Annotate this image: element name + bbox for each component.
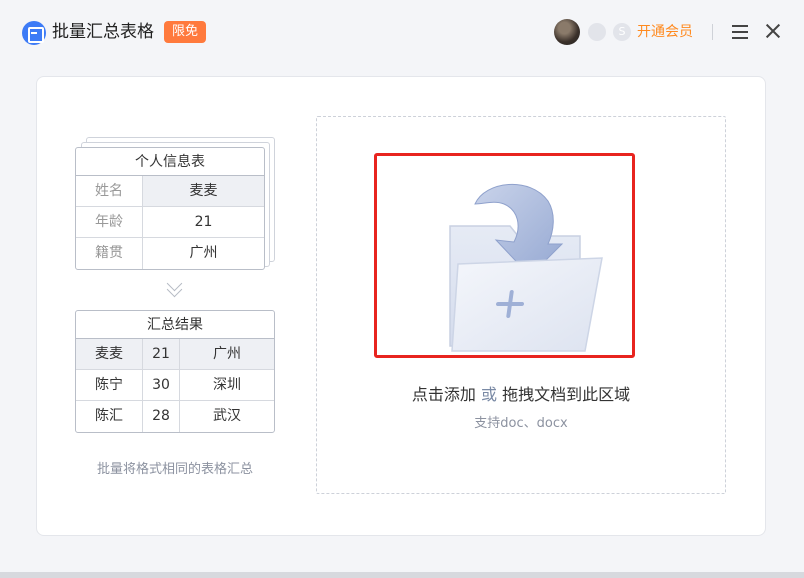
result-table-title: 汇总结果 <box>76 311 274 339</box>
coin-badge-icon[interactable]: S <box>613 23 631 41</box>
or-separator: 或 <box>480 385 497 404</box>
result-table: 汇总结果 麦麦 21 广州 陈宁 30 深圳 陈汇 28 武汉 <box>75 310 275 433</box>
example-table: 个人信息表 姓名 麦麦 年龄 21 籍贯 广州 <box>75 147 265 270</box>
hamburger-menu-icon[interactable] <box>732 25 748 39</box>
app-window: 批量汇总表格 限免 S 开通会员 个人信息表 姓名 麦麦 年龄 21 籍贯 广州 <box>0 0 804 578</box>
supported-formats: 支持doc、docx <box>474 416 568 431</box>
table-row: 陈汇 28 武汉 <box>76 401 274 432</box>
table-cell: 麦麦 <box>76 339 143 369</box>
drag-hint: 拖拽文档到此区域 <box>502 385 631 404</box>
row-label: 年龄 <box>76 207 143 237</box>
app-title: 批量汇总表格 <box>52 22 154 42</box>
table-row: 陈宁 30 深圳 <box>76 370 274 401</box>
title-divider <box>712 24 713 40</box>
table-cell: 30 <box>143 370 180 400</box>
close-icon[interactable] <box>764 22 782 40</box>
table-cell: 21 <box>143 339 180 369</box>
table-cell: 28 <box>143 401 180 432</box>
row-label: 籍贯 <box>76 238 143 269</box>
table-cell: 深圳 <box>213 377 241 393</box>
table-cell: 陈汇 <box>76 401 143 432</box>
free-badge: 限免 <box>164 21 207 43</box>
table-cell: 广州 <box>213 346 241 362</box>
open-vip-link[interactable]: 开通会员 <box>637 22 693 42</box>
app-logo-icon <box>22 21 46 45</box>
highlight-frame <box>374 153 635 358</box>
row-value: 21 <box>194 214 213 230</box>
bottom-edge <box>0 572 804 578</box>
row-label: 姓名 <box>76 176 143 206</box>
title-bar: 批量汇总表格 限免 S 开通会员 <box>0 0 804 64</box>
user-avatar[interactable] <box>554 19 580 45</box>
row-value: 麦麦 <box>143 176 264 206</box>
double-chevron-down-icon <box>166 280 184 298</box>
example-table-title: 个人信息表 <box>76 148 264 176</box>
table-row: 年龄 21 <box>76 207 264 238</box>
drop-instruction: 点击添加 或 拖拽文档到此区域 <box>316 384 726 406</box>
table-row: 籍贯 广州 <box>76 238 264 269</box>
illustration-caption: 批量将格式相同的表格汇总 <box>96 462 253 477</box>
click-add-link[interactable]: 点击添加 <box>412 385 476 404</box>
table-row: 姓名 麦麦 <box>76 176 264 207</box>
table-cell: 武汉 <box>213 408 241 424</box>
table-row: 麦麦 21 广州 <box>76 339 274 370</box>
membership-badge-icon[interactable] <box>588 23 606 41</box>
row-value: 广州 <box>189 245 218 261</box>
table-cell: 陈宁 <box>76 370 143 400</box>
